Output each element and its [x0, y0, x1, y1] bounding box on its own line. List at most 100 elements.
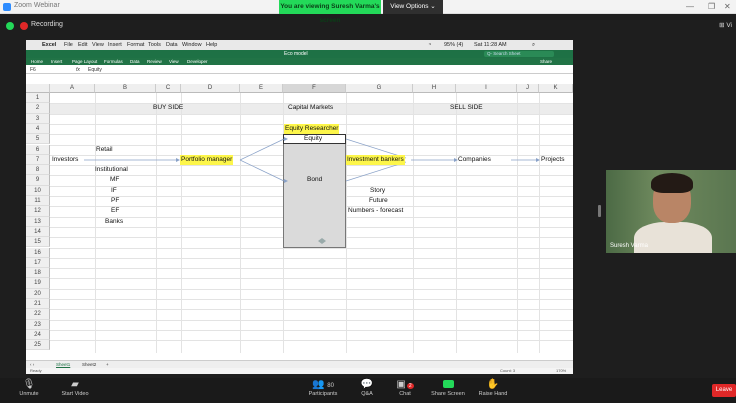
spreadsheet-grid[interactable]: A B C D E F G H I J K 1 2 3 4 5 6 7 8 9 … [26, 84, 573, 360]
tab-page-layout[interactable]: Page Layout [72, 59, 97, 64]
tab-formulas[interactable]: Formulas [104, 59, 123, 64]
chat-badge: 2 [406, 383, 414, 389]
video-camera-icon: ▰ [71, 379, 79, 390]
status-count: Count: 3 [500, 368, 516, 373]
sheet-tabs: ‹ › Sheet1 Sheet2 + [26, 360, 573, 368]
sheet-nav-icon[interactable]: ‹ › [30, 362, 34, 367]
menu-file[interactable]: File [64, 42, 73, 48]
cell-portfolio-manager[interactable]: Portfolio manager [180, 154, 234, 165]
cell-mf[interactable]: MF [110, 175, 119, 185]
share-screen-button[interactable]: Share Screen [423, 378, 473, 397]
menu-excel[interactable]: Excel [42, 42, 56, 48]
function-icon[interactable]: fx [76, 67, 80, 73]
cell-investors[interactable]: Investors [52, 155, 78, 165]
shared-screen: Excel File Edit View Insert Format Tools… [26, 40, 573, 374]
cell-companies[interactable]: Companies [458, 155, 491, 165]
sheet-tab-sheet1[interactable]: Sheet1 [56, 362, 70, 367]
viewing-banner: You are viewing Suresh Varma's screen [279, 0, 381, 24]
tab-insert[interactable]: Insert [51, 59, 62, 64]
cell-investment-bankers[interactable]: Investment bankers [346, 154, 405, 165]
cell-if[interactable]: IF [111, 186, 117, 196]
participants-label: Participants [308, 391, 338, 397]
cell-future[interactable]: Future [369, 196, 388, 206]
share-button[interactable]: Share [540, 59, 552, 64]
menu-edit[interactable]: Edit [78, 42, 87, 48]
raise-hand-label: Raise Hand [478, 391, 508, 397]
recording-icon [20, 22, 28, 30]
unmute-button[interactable]: 🎙 Unmute [4, 378, 54, 397]
cell-banks[interactable]: Banks [105, 217, 123, 227]
start-video-button[interactable]: ▰ Start Video [50, 378, 100, 397]
minimize-icon[interactable]: — [686, 2, 694, 11]
participant-video[interactable]: Suresh Varma [606, 170, 736, 253]
formula-input[interactable]: Equity [88, 67, 102, 73]
meeting-toolbar: 🎙 Unmute ▰ Start Video 👥 80 Participants… [0, 378, 736, 403]
cell-retail[interactable]: Retail [96, 145, 113, 155]
video-drag-handle[interactable] [598, 205, 601, 217]
participants-button[interactable]: 👥 80 Participants [298, 378, 348, 397]
formula-bar: F6 fx Equity [26, 65, 573, 74]
share-screen-label: Share Screen [431, 391, 465, 397]
unmute-label: Unmute [19, 391, 39, 397]
menu-insert[interactable]: Insert [108, 42, 122, 48]
cell-equity[interactable]: Equity [304, 134, 322, 144]
spotlight-icon[interactable]: ⌕ [532, 42, 535, 49]
excel-title-bar: Eco model Q- Search Sheet [26, 50, 573, 65]
view-options-button[interactable]: View Options ⌄ [383, 0, 443, 14]
add-sheet-icon[interactable]: + [106, 362, 109, 367]
name-box[interactable]: F6 [30, 67, 36, 73]
participant-name: Suresh Varma [610, 243, 648, 249]
tab-home[interactable]: Home [31, 59, 43, 64]
cell-equity-researcher[interactable]: Equity Researcher [284, 124, 340, 134]
battery-label: 95% (4) [444, 42, 464, 48]
zoom-title-bar: Zoom Webinar You are viewing Suresh Varm… [0, 0, 736, 24]
view-button[interactable]: ⊞ Vi [719, 21, 732, 29]
cell-institutional[interactable]: Institutional [95, 165, 128, 175]
search-sheet-input[interactable]: Q- Search Sheet [484, 51, 554, 57]
cell-buy-side[interactable]: BUY SIDE [153, 103, 183, 113]
microphone-icon: 🎙 [22, 379, 36, 390]
cell-story[interactable]: Story [370, 186, 385, 196]
shield-icon [6, 22, 14, 30]
zoom-logo-icon [3, 3, 11, 11]
menu-window[interactable]: Window [182, 42, 202, 48]
recording-label: Recording [31, 21, 63, 28]
ribbon-tabs: Home Insert Page Layout Formulas Data Re… [26, 58, 573, 65]
wifi-icon: ◔ [428, 42, 432, 48]
cell-capital-markets[interactable]: Capital Markets [288, 103, 333, 113]
maximize-icon[interactable]: ❐ [708, 2, 715, 11]
tab-view[interactable]: View [169, 59, 179, 64]
menu-tools[interactable]: Tools [148, 42, 161, 48]
app-title: Zoom Webinar [14, 2, 60, 9]
cell-projects[interactable]: Projects [541, 155, 564, 165]
tab-data[interactable]: Data [130, 59, 140, 64]
menu-format[interactable]: Format [127, 42, 144, 48]
cell-sell-side[interactable]: SELL SIDE [450, 103, 483, 113]
menu-help[interactable]: Help [206, 42, 217, 48]
close-icon[interactable]: ✕ [724, 2, 731, 11]
mac-menu-bar: Excel File Edit View Insert Format Tools… [26, 40, 573, 50]
tab-developer[interactable]: Developer [187, 59, 208, 64]
menu-data[interactable]: Data [166, 42, 178, 48]
participants-count: 80 [327, 383, 334, 389]
sheet-tab-sheet2[interactable]: Sheet2 [82, 362, 96, 367]
cell-pf[interactable]: PF [111, 196, 119, 206]
leave-button[interactable]: Leave [712, 384, 736, 397]
hand-icon: ✋ [486, 379, 500, 390]
share-screen-icon [423, 378, 473, 391]
cell-ef[interactable]: EF [111, 206, 119, 216]
cell-bond[interactable]: Bond [307, 175, 322, 185]
clock-label: Sat 11:28 AM [474, 42, 507, 48]
status-bar: Ready Count: 3 170% [26, 368, 573, 374]
status-ready: Ready [30, 368, 42, 373]
menu-view[interactable]: View [92, 42, 104, 48]
zoom-level[interactable]: 170% [556, 368, 566, 373]
tab-review[interactable]: Review [147, 59, 162, 64]
file-name: Eco model [284, 51, 308, 57]
raise-hand-button[interactable]: ✋ Raise Hand [468, 378, 518, 397]
person-hair [651, 173, 693, 193]
cell-numbers-forecast[interactable]: Numbers - forecast [348, 206, 403, 216]
participants-icon: 👥 80 [312, 379, 334, 390]
view-button-label: Vi [726, 22, 732, 29]
start-video-label: Start Video [61, 391, 89, 397]
